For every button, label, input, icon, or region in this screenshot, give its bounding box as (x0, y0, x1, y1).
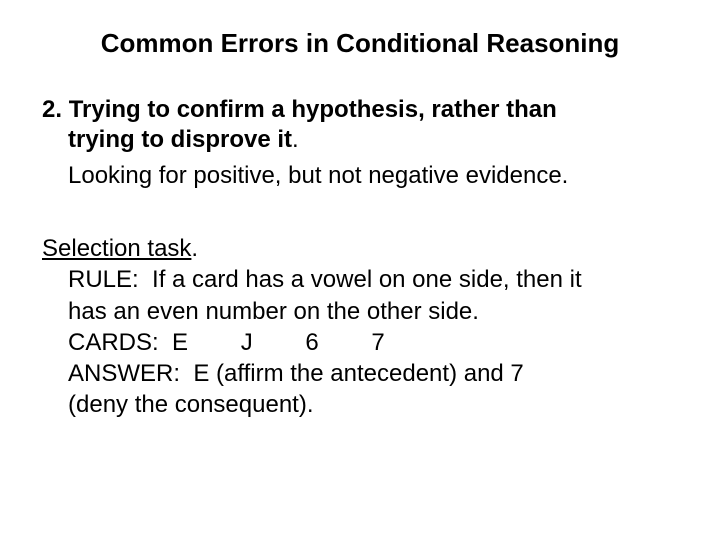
rule-label: RULE: (68, 266, 139, 293)
cards-label: CARDS: (68, 329, 159, 356)
card-2: 6 (305, 329, 318, 356)
selection-task-block: Selection task. RULE: If a card has a vo… (42, 233, 678, 420)
cards-line: CARDS: E J 6 7 (42, 327, 678, 358)
answer-label: ANSWER: (68, 360, 180, 387)
card-3: 7 (371, 329, 384, 356)
error-heading-line1: Trying to confirm a hypothesis, rather t… (69, 96, 557, 123)
card-1: J (241, 329, 253, 356)
error-heading-line2: trying to disprove it (68, 126, 292, 153)
error-heading-tail: . (292, 126, 299, 153)
error-explanation: Looking for positive, but not negative e… (42, 161, 678, 191)
card-0: E (172, 329, 188, 356)
rule-text-1: If a card has a vowel on one side, then … (152, 266, 582, 293)
error-heading: 2. Trying to confirm a hypothesis, rathe… (42, 95, 678, 155)
rule-text-2: has an even number on the other side. (42, 296, 678, 327)
slide-title: Common Errors in Conditional Reasoning (42, 28, 678, 59)
error-number: 2. (42, 96, 62, 123)
answer-text-1: E (affirm the antecedent) and 7 (193, 360, 523, 387)
task-label-tail: . (191, 235, 198, 262)
task-label: Selection task (42, 235, 191, 262)
answer-text-2: (deny the consequent). (42, 389, 678, 420)
